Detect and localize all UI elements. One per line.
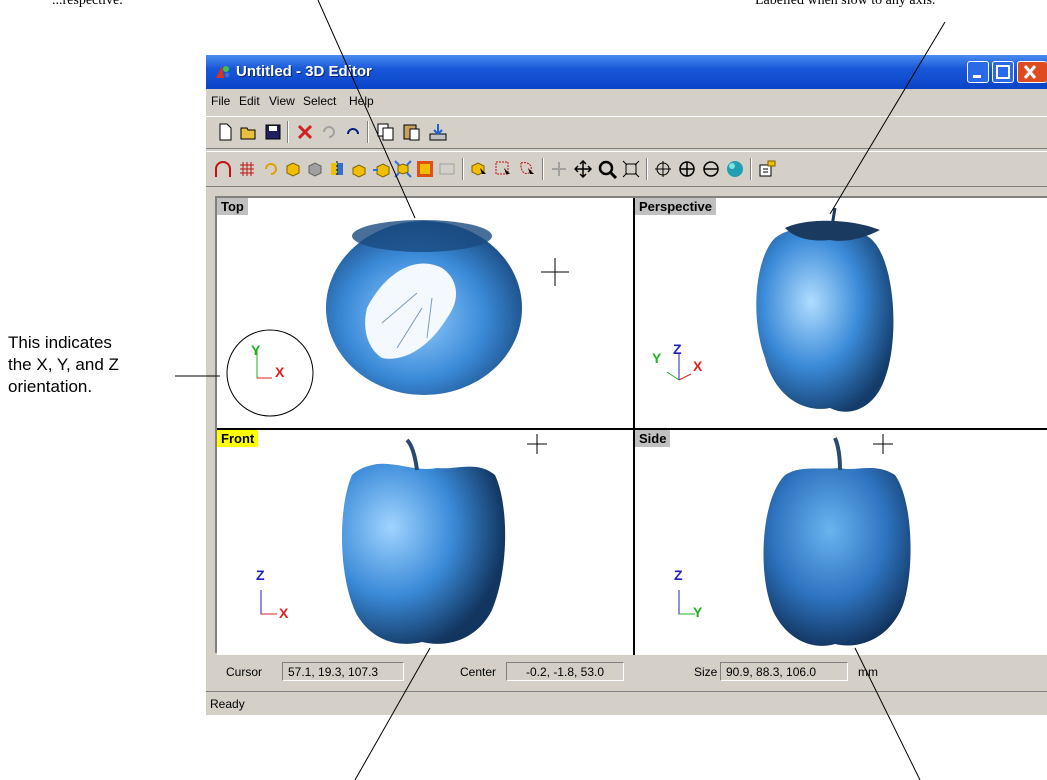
size-value: 90.9, 88.3, 106.0 — [720, 662, 848, 681]
scale-icon[interactable] — [350, 160, 368, 178]
move-icon[interactable] — [372, 160, 390, 178]
sphere-render-icon[interactable] — [726, 160, 744, 178]
paste-icon[interactable] — [402, 122, 422, 142]
redo-icon[interactable] — [344, 123, 362, 141]
callout-line-3: orientation. — [8, 377, 93, 396]
select-lasso-icon[interactable] — [518, 160, 536, 178]
modeling-toolbar — [206, 151, 1047, 187]
unit-label: mm — [858, 665, 878, 679]
standard-toolbar — [206, 116, 1047, 149]
undo-icon[interactable] — [320, 123, 338, 141]
toolbar-separator — [287, 121, 289, 143]
toolbar-separator — [542, 158, 544, 180]
menu-help[interactable]: Help — [349, 94, 374, 108]
menu-bar: File Edit View Select Help — [206, 91, 1047, 113]
toolbar-separator — [646, 158, 648, 180]
open-icon[interactable] — [240, 123, 258, 141]
new-icon[interactable] — [216, 123, 234, 141]
window-title: Untitled - 3D Editor — [236, 63, 372, 80]
arc-icon[interactable] — [214, 160, 232, 178]
callout-line-2: the X, Y, and Z — [8, 355, 119, 374]
orientation-callout: This indicates the X, Y, and Z orientati… — [8, 332, 119, 398]
stretch-icon[interactable] — [394, 160, 412, 178]
menu-file[interactable]: File — [211, 94, 230, 108]
menu-select[interactable]: Select — [303, 94, 336, 108]
import-icon[interactable] — [428, 122, 448, 142]
callout-line-1: This indicates — [8, 333, 112, 352]
center-label: Center — [460, 665, 497, 679]
viewport-area: Top Y X Perspective Y Z X Front Z X Side… — [215, 196, 1047, 655]
title-bar[interactable]: Untitled - 3D Editor — [206, 55, 1047, 89]
editor-window: Untitled - 3D Editor File Edit View Sele… — [206, 55, 1047, 715]
viewport-side[interactable]: Side Z Y — [635, 430, 1047, 655]
pan-icon[interactable] — [550, 160, 568, 178]
select-box-icon[interactable] — [494, 160, 512, 178]
view-options-icon[interactable] — [758, 160, 776, 178]
axis-callout-circle — [226, 329, 314, 417]
app-icon — [216, 66, 230, 78]
viewport-top[interactable]: Top Y X — [217, 198, 633, 428]
minimize-button[interactable] — [967, 61, 989, 83]
axis-x-label: X — [279, 605, 289, 621]
zoom-extents-icon[interactable] — [622, 160, 640, 178]
minimize-icon — [973, 75, 981, 78]
size-label: Size — [694, 665, 718, 679]
zoom-icon[interactable] — [598, 160, 618, 180]
fit-icon[interactable] — [416, 160, 434, 178]
orbit-icon[interactable] — [654, 160, 672, 178]
viewport-divider-horizontal[interactable] — [217, 428, 1047, 430]
close-button[interactable] — [1017, 61, 1047, 83]
viewport-divider-vertical[interactable] — [633, 198, 635, 655]
copy-icon[interactable] — [376, 122, 396, 142]
axis-z-label: Z — [256, 567, 265, 583]
annotation-top-left: ...respective. — [52, 0, 123, 8]
close-icon — [1023, 65, 1037, 79]
axis-z-label: Z — [673, 341, 682, 357]
cursor-value: 57.1, 19.3, 107.3 — [282, 662, 404, 681]
status-bar: Ready — [206, 691, 1047, 715]
maximize-icon — [996, 65, 1010, 79]
axis-y-label: Y — [652, 350, 662, 366]
menu-view[interactable]: View — [269, 94, 295, 108]
rotate-icon[interactable] — [262, 160, 280, 178]
annotation-top-right: Labelled when slow to any axis. — [755, 0, 936, 8]
toolbar-separator — [462, 158, 464, 180]
menu-edit[interactable]: Edit — [239, 94, 260, 108]
viewport-perspective[interactable]: Perspective Y Z X — [635, 198, 1047, 428]
axis-z-label: Z — [674, 567, 683, 583]
maximize-button[interactable] — [992, 61, 1014, 83]
save-icon[interactable] — [264, 123, 282, 141]
viewport-front[interactable]: Front Z X — [217, 430, 633, 655]
mirror-icon[interactable] — [328, 160, 346, 178]
grid-icon[interactable] — [238, 160, 256, 178]
center-value: -0.2, -1.8, 53.0 — [506, 662, 624, 681]
disabled-icon — [439, 163, 455, 175]
toolbar-separator — [367, 121, 369, 143]
axis-y-label: Y — [693, 604, 703, 620]
extrude-icon[interactable] — [306, 160, 324, 178]
coordinate-status-bar: Cursor 57.1, 19.3, 107.3 Center -0.2, -1… — [206, 659, 1047, 685]
select-icon[interactable] — [470, 160, 488, 178]
cursor-label: Cursor — [226, 665, 263, 679]
orbit-xyz-icon[interactable] — [678, 160, 696, 178]
status-text: Ready — [210, 697, 245, 711]
move-view-icon[interactable] — [574, 160, 592, 178]
rotate-view-icon[interactable] — [702, 160, 720, 178]
axis-x-label: X — [693, 358, 703, 374]
delete-icon[interactable] — [296, 123, 314, 141]
toolbar-separator — [750, 158, 752, 180]
cube-icon[interactable] — [284, 160, 302, 178]
axis-indicator-front — [260, 590, 277, 615]
